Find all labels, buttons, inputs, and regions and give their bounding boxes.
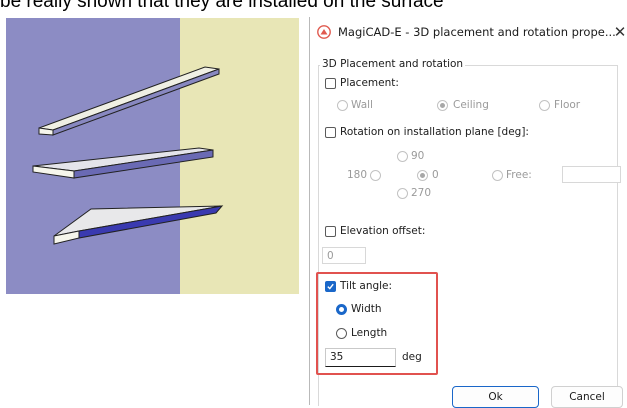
elevation-checkbox[interactable] [325, 226, 336, 237]
dialog-titlebar[interactable]: MagiCAD-E - 3D placement and rotation pr… [310, 17, 627, 47]
placement-checkbox[interactable] [325, 78, 336, 89]
rotation-270-label: 270 [411, 187, 432, 199]
magicad-logo-icon [317, 25, 331, 39]
rotation-90-label: 90 [411, 150, 425, 162]
close-icon[interactable]: ✕ [612, 22, 627, 42]
tilt-width-radio[interactable] [336, 304, 347, 315]
checkmark-icon [327, 283, 334, 290]
elevation-input[interactable]: 0 [322, 247, 366, 264]
rotation-0-radio[interactable] [417, 170, 428, 181]
tilt-checkbox[interactable] [325, 281, 336, 292]
rotation-free-radio[interactable] [492, 170, 503, 181]
rotation-0-label: 0 [432, 169, 439, 181]
placement-label: Placement: [340, 77, 399, 89]
rotation-180-radio[interactable] [370, 170, 381, 181]
placement-ceiling-label: Ceiling [453, 99, 489, 111]
rotation-label: Rotation on installation plane [deg]: [340, 126, 529, 138]
placement-ceiling-radio[interactable] [437, 100, 448, 111]
caption-text: be really shown that they are installed … [0, 0, 444, 12]
properties-dialog: MagiCAD-E - 3D placement and rotation pr… [309, 17, 627, 408]
group-title: 3D Placement and rotation [320, 58, 466, 70]
tilt-length-radio[interactable] [336, 328, 347, 339]
rotation-270-radio[interactable] [397, 188, 408, 199]
elevation-label: Elevation offset: [340, 225, 426, 237]
viewport-scene [6, 18, 299, 294]
rotation-180-label: 180 [347, 169, 368, 181]
rotation-90-radio[interactable] [397, 151, 408, 162]
dialog-title: MagiCAD-E - 3D placement and rotation pr… [338, 25, 616, 39]
placement-floor-radio[interactable] [539, 100, 550, 111]
rotation-free-label: Free: [506, 169, 532, 181]
placement-wall-label: Wall [351, 99, 373, 111]
tilt-width-label: Width [351, 303, 382, 315]
placement-floor-label: Floor [554, 99, 581, 111]
rotation-checkbox[interactable] [325, 127, 336, 138]
tilt-angle-input[interactable]: 35 [325, 348, 396, 367]
placement-wall-radio[interactable] [337, 100, 348, 111]
tilt-length-label: Length [351, 327, 388, 339]
3d-viewport[interactable] [6, 18, 299, 294]
rotation-free-input[interactable] [562, 166, 621, 183]
tilt-label: Tilt angle: [340, 280, 393, 292]
tilt-unit-label: deg [402, 351, 422, 363]
